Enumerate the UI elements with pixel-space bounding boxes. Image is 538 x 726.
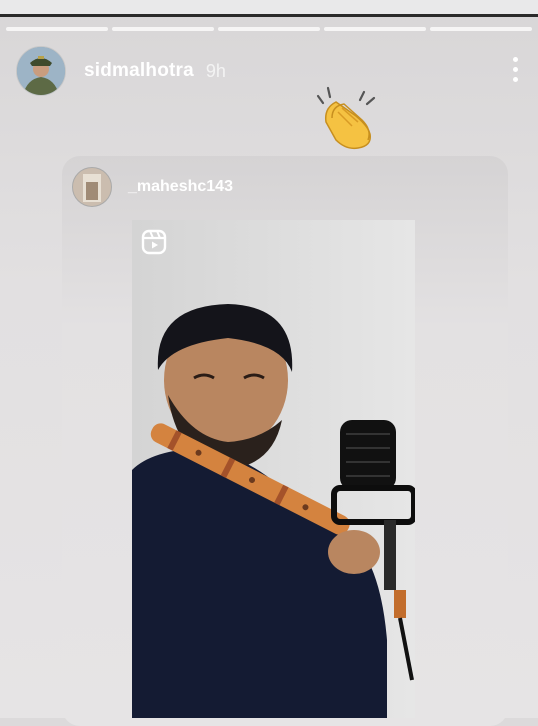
more-options-icon[interactable]	[508, 57, 522, 87]
story-header: sidmalhotra 9h	[16, 46, 226, 96]
reels-icon	[141, 229, 167, 255]
progress-segment	[218, 27, 320, 31]
shared-post-avatar[interactable]	[72, 167, 112, 207]
progress-segment	[112, 27, 214, 31]
progress-segment	[6, 27, 108, 31]
story-viewer: sidmalhotra 9h _maheshc143	[0, 0, 538, 726]
progress-segment	[324, 27, 426, 31]
status-bar	[0, 0, 538, 14]
reel-thumbnail	[132, 220, 415, 718]
story-progress-bar	[6, 27, 532, 31]
reel-video[interactable]	[132, 220, 415, 718]
story-username[interactable]: sidmalhotra	[84, 60, 194, 82]
progress-segment	[430, 27, 532, 31]
shared-post-header: _maheshc143	[72, 167, 233, 207]
clapping-hands-icon	[316, 86, 376, 150]
avatar[interactable]	[16, 46, 66, 96]
divider	[0, 14, 538, 17]
story-timestamp: 9h	[205, 60, 226, 81]
shared-post-username[interactable]: _maheshc143	[128, 178, 233, 196]
